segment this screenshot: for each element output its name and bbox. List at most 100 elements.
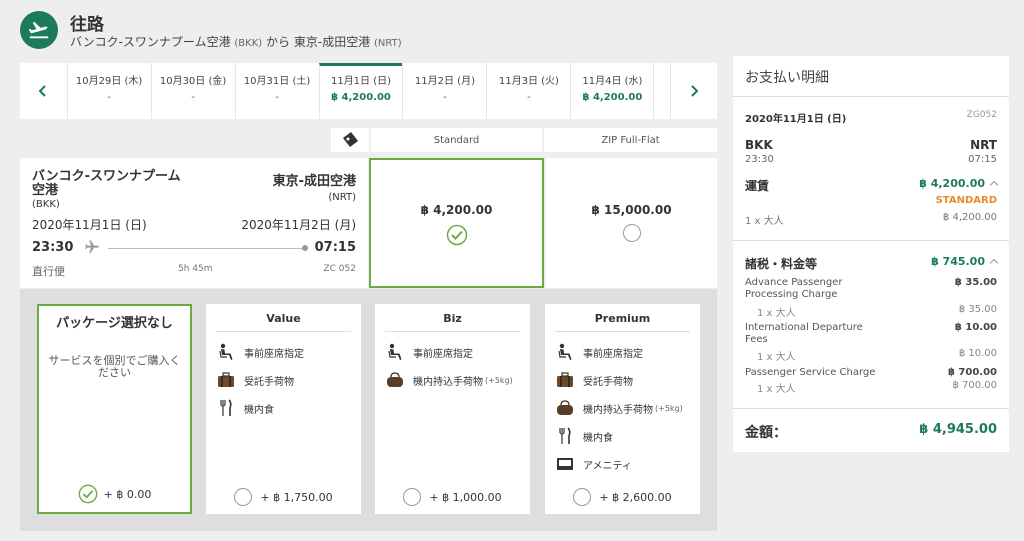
tax-item-pax: 1 x 大人 [757,308,796,319]
prev-date-button[interactable] [20,63,67,119]
radio-button[interactable] [573,488,592,506]
radio-button[interactable] [622,224,641,242]
flight-number: ZC 052 [323,264,357,274]
fare-price: ฿ 15,000.00 [591,203,672,217]
feature-meal: 機内食 [545,422,700,450]
check-circle-icon [446,224,467,246]
summary-title: お支払い明細 [733,56,1009,97]
package-description: サービスを個別でご購入ください [48,354,181,379]
date-tab[interactable]: 10月29日 (木) - [66,63,151,119]
seat-icon [555,342,575,362]
date-tab[interactable]: 10月30日 (金) - [150,63,235,119]
departure-time: 23:30 [32,240,74,255]
feature-amenity: アメニティ [545,450,700,478]
package-price: + ฿ 1,000.00 [429,490,502,504]
fare-header-standard: Standard [371,128,542,152]
feature-seat: 事前座席指定 [375,338,530,366]
package-name: パッケージ選択なし [56,316,173,331]
taxes-toggle[interactable]: ฿ 745.00 [931,255,999,268]
fare-each: ฿ 4,200.00 [942,212,997,223]
fare-toggle[interactable]: ฿ 4,200.00 [919,177,999,190]
date-tab[interactable]: 11月3日 (火) - [486,63,570,119]
date-tab-selected[interactable]: 11月1日 (日) ฿ 4,200.00 [318,63,403,119]
package-name: Value [216,312,351,332]
ticket-icon [331,128,369,152]
date-selector: 10月29日 (木) - 10月30日 (金) - 10月31日 (土) - 11月1… [20,63,717,119]
feature-seat: 事前座席指定 [545,338,700,366]
flight-path-line [108,248,304,249]
passenger-count: 1 x 大人 [745,216,784,227]
chevron-left-icon [38,85,47,97]
tax-item-pax: 1 x 大人 [757,352,796,363]
summary-date: 2020年11月1日 (日) [745,114,847,125]
plane-departure-icon [20,11,58,49]
taxes-label: 諸税・料金等 [745,257,818,271]
feature-carry-on: 機内持込手荷物 (+5kg) [375,366,530,394]
radio-button[interactable] [403,488,422,506]
next-date-button[interactable] [670,63,717,119]
fare-label: 運賃 [745,179,770,193]
package-price: + ฿ 1,750.00 [260,490,333,504]
suitcase-icon [216,370,236,390]
route-summary: バンコク-スワンナプーム空港 (BKK) から 東京-成田空港 (NRT) [70,35,402,49]
package-price: + ฿ 0.00 [103,487,152,501]
package-options: パッケージ選択なし サービスを個別でご購入ください + ฿ 0.00 Value… [20,289,717,531]
tax-item-price: ฿ 35.00 [954,277,997,288]
page-title: 往路 [70,15,104,35]
date-tab[interactable]: 11月4日 (水) ฿ 4,200.00 [570,63,655,119]
suitcase-icon [555,370,575,390]
radio-button[interactable] [234,488,253,506]
date-tab[interactable]: 10月31日 (土) - [234,63,319,119]
flight-info-card: バンコク-スワンナプーム 空港 (BKK) 東京-成田空港 (NRT) 2020年… [20,158,368,288]
arrival-dot [302,245,308,251]
package-biz[interactable]: Biz 事前座席指定 機内持込手荷物 (+5kg) + ฿ 1,000.00 [375,304,530,514]
package-price: + ฿ 2,600.00 [599,490,672,504]
departure-date: 2020年11月1日 (日) [32,218,147,232]
seat-icon [216,342,236,362]
fare-class: STANDARD [935,195,997,206]
seat-icon [385,342,405,362]
fare-option-zip-full-flat[interactable]: ฿ 15,000.00 [546,158,717,288]
fare-price: ฿ 4,200.00 [420,203,493,217]
chevron-up-icon [989,180,999,190]
arrival-time: 07:15 [314,240,356,255]
arrival-airport: 東京-成田空港 [272,174,356,189]
departure-code: (BKK) [32,199,60,210]
package-none[interactable]: パッケージ選択なし サービスを個別でご購入ください + ฿ 0.00 [37,304,192,514]
payment-summary: お支払い明細 2020年11月1日 (日) ZG052 BKK NRT 23:3… [733,56,1009,452]
feature-baggage: 受託手荷物 [206,366,361,394]
feature-meal: 機内食 [206,394,361,422]
tax-item-name: International Departure Fees [745,322,863,345]
fare-header-zip-full-flat: ZIP Full-Flat [544,128,717,152]
feature-baggage: 受託手荷物 [545,366,700,394]
feature-carry-on: 機内持込手荷物 (+5kg) [545,394,700,422]
summary-dep-time: 23:30 [745,154,774,165]
tax-item-name: Passenger Service Charge [745,367,876,378]
fork-knife-icon [555,426,575,446]
summary-flight-number: ZG052 [966,110,997,120]
flight-type: 直行便 [32,265,65,278]
summary-destination: NRT [970,138,997,152]
arrival-date: 2020年11月2日 (月) [241,218,356,232]
arrival-code: (NRT) [328,192,356,203]
tax-item-price: ฿ 700.00 [947,367,997,378]
feature-seat: 事前座席指定 [206,338,361,366]
chevron-up-icon [989,258,999,268]
tax-item-each: ฿ 35.00 [958,304,997,315]
amenity-kit-icon [555,454,575,474]
tax-item-each: ฿ 700.00 [952,380,997,391]
package-name: Premium [555,312,690,332]
package-value[interactable]: Value 事前座席指定 受託手荷物 機内食 + ฿ 1,750.00 [206,304,361,514]
package-premium[interactable]: Premium 事前座席指定 受託手荷物 機内持込手荷物 (+5kg) 機内食 ア… [545,304,700,514]
fare-option-standard[interactable]: ฿ 4,200.00 [369,158,544,288]
chevron-right-icon [691,85,699,97]
total-amount: ฿ 4,945.00 [919,422,997,437]
package-name: Biz [385,312,520,332]
tax-item-name: Advance Passenger Processing Charge [745,277,843,300]
bag-icon [555,398,575,418]
date-tab[interactable]: 11月2日 (月) - [402,63,486,119]
total-label: 金額： [745,425,787,441]
plane-icon [85,240,99,253]
bag-icon [385,370,405,390]
tax-item-each: ฿ 10.00 [958,348,997,359]
